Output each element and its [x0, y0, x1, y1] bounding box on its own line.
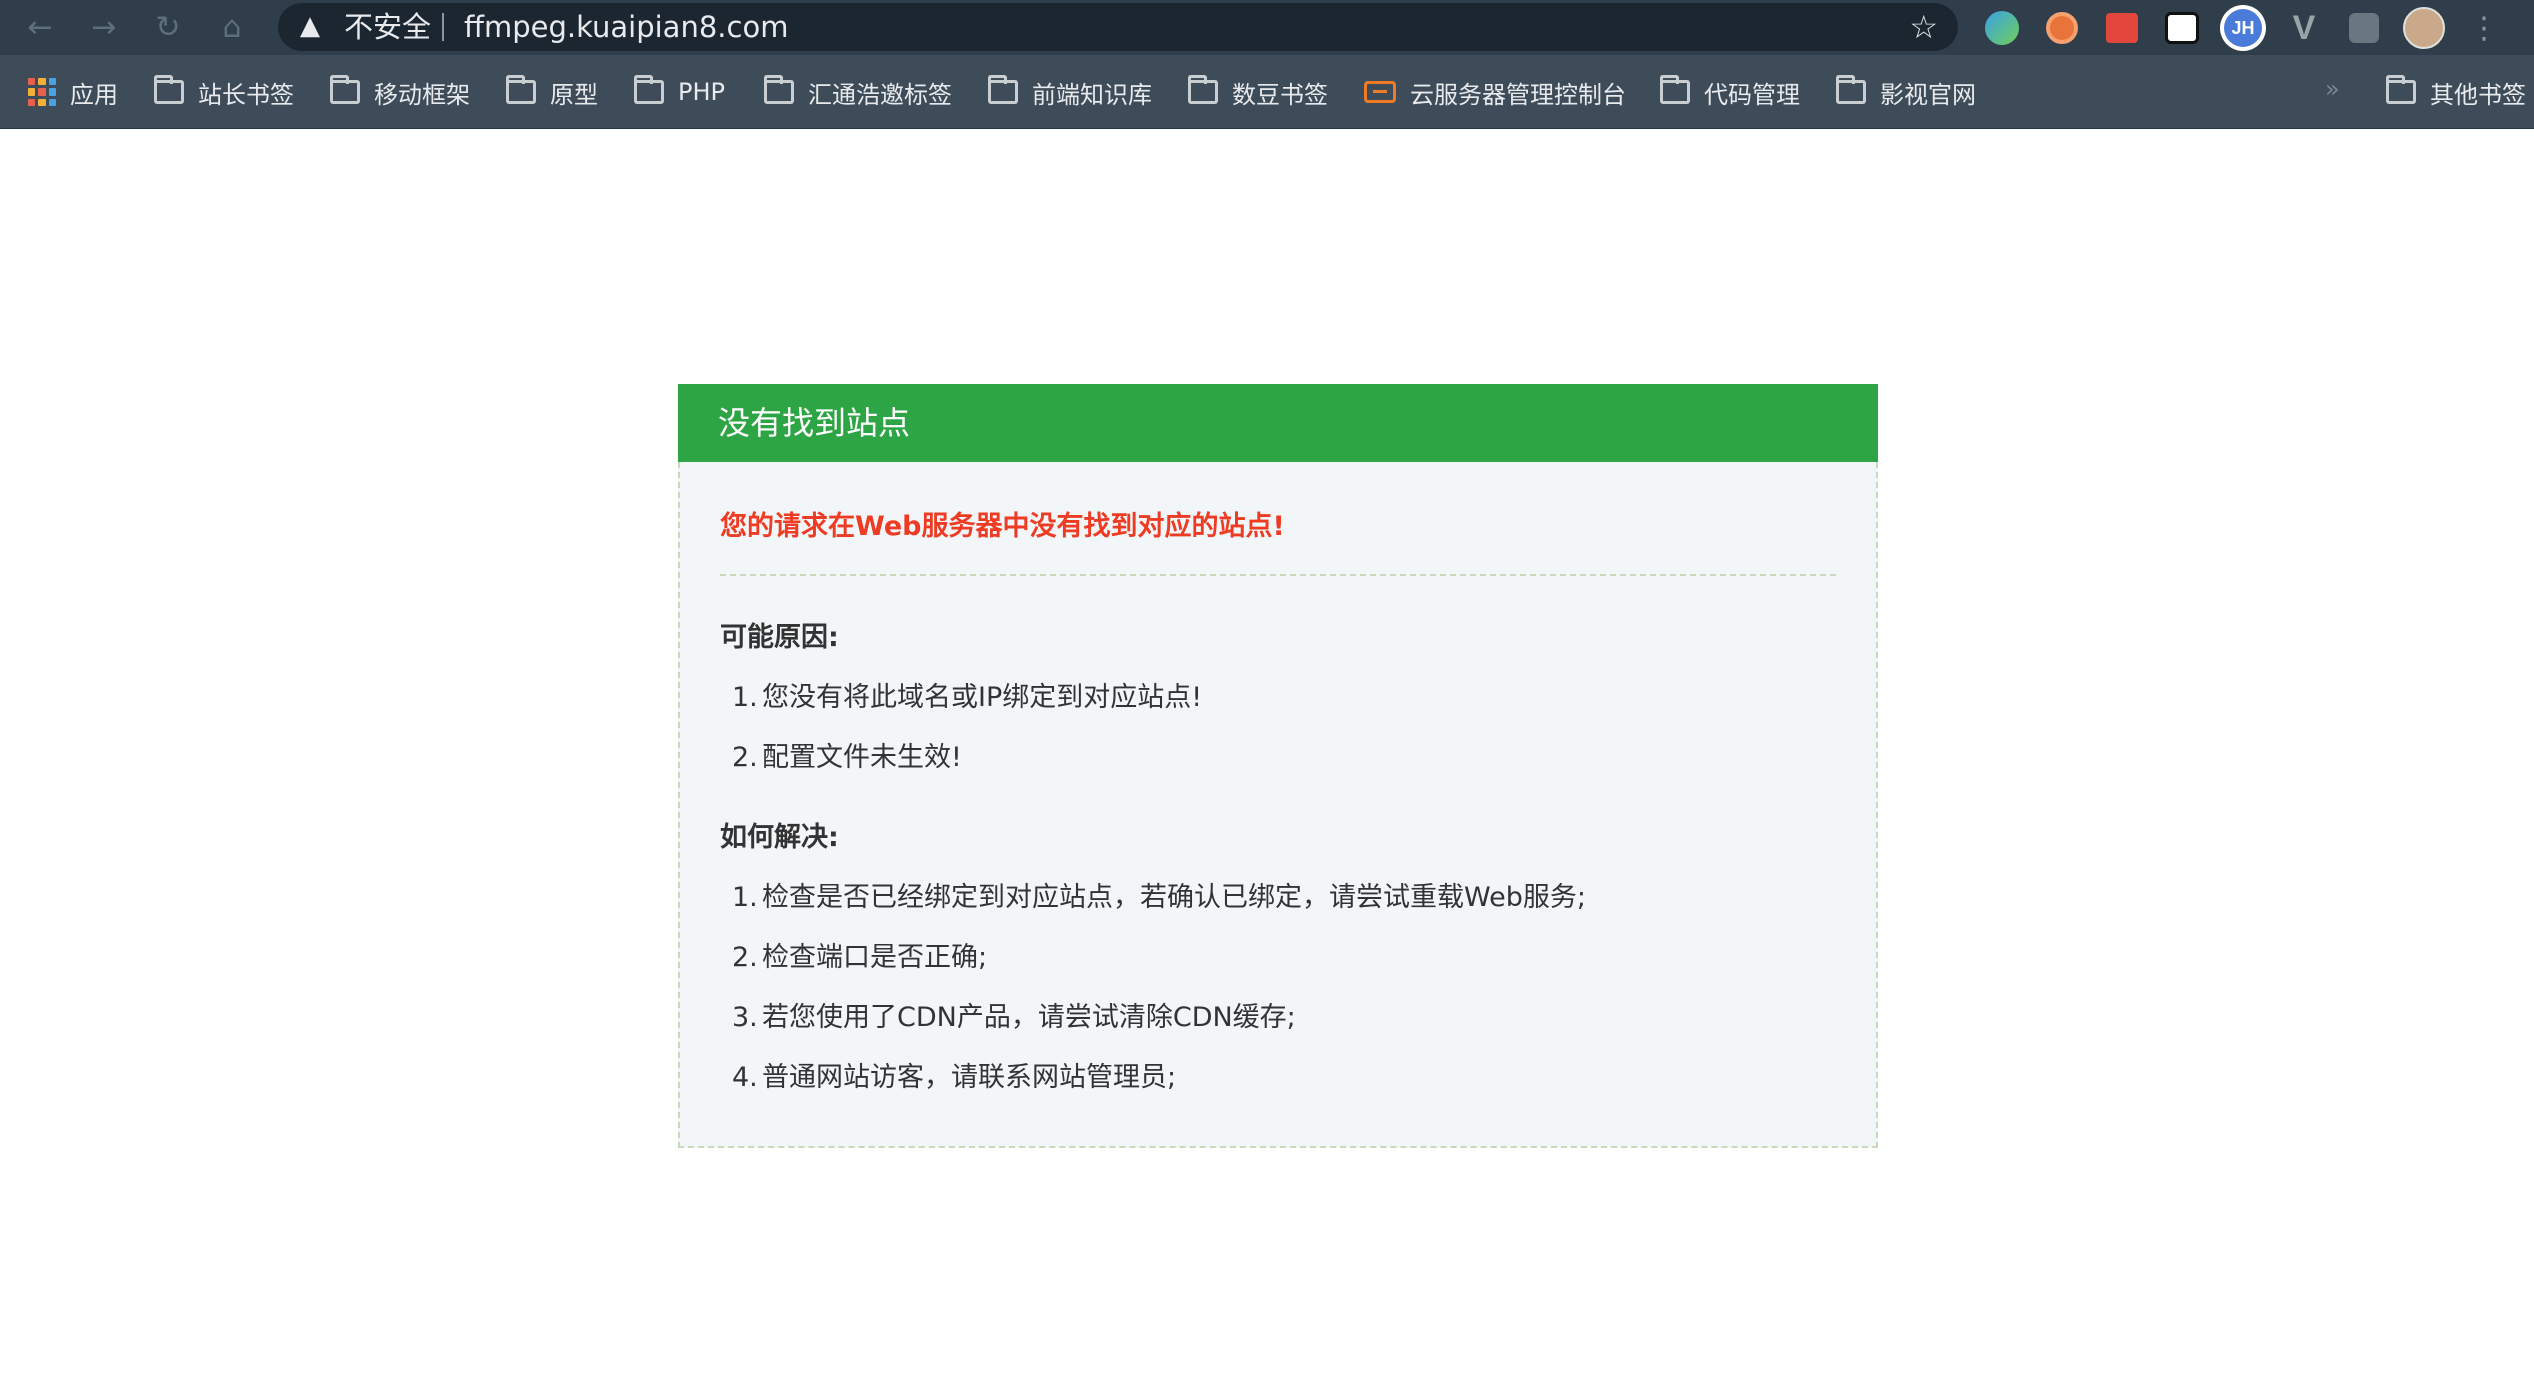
- list-item: 2. 配置文件未生效!: [720, 728, 1836, 788]
- back-icon[interactable]: ←: [20, 8, 60, 48]
- bookmark-star-icon[interactable]: ☆: [1909, 9, 1938, 45]
- url-text[interactable]: ffmpeg.kuaipian8.com: [464, 9, 788, 45]
- notes-extension-icon[interactable]: [2100, 6, 2144, 50]
- bookmark-folder[interactable]: 站长书签: [154, 72, 294, 112]
- folder-icon: [1836, 75, 1866, 104]
- forward-icon[interactable]: →: [84, 8, 124, 48]
- bookmark-folder[interactable]: 汇通浩邀标签: [764, 72, 952, 112]
- folder-icon: [2386, 75, 2416, 104]
- puzzle-extension-icon[interactable]: [2342, 6, 2386, 50]
- panel-body: 您的请求在Web服务器中没有找到对应的站点! 可能原因: 1. 您没有将此域名或I…: [678, 462, 1878, 1148]
- list-item: 3. 若您使用了CDN产品，请尝试清除CDN缓存;: [720, 988, 1836, 1048]
- bookmark-apps[interactable]: 应用: [28, 72, 118, 112]
- folder-icon: [154, 75, 184, 104]
- bookmark-label: 影视官网: [1880, 80, 1976, 109]
- solutions-list: 1. 检查是否已经绑定到对应站点，若确认已绑定，请尝试重载Web服务; 2. 检查端…: [720, 868, 1836, 1108]
- home-icon[interactable]: ⌂: [212, 8, 252, 48]
- browser-toolbar: ← → ↻ ⌂ ▲ 不安全 ffmpeg.kuaipian8.com ☆ JH …: [0, 0, 2534, 55]
- apps-grid-icon: [28, 78, 56, 106]
- bookmark-apps-label: 应用: [70, 80, 118, 109]
- bookmark-label: 原型: [550, 80, 598, 109]
- folder-icon: [634, 75, 664, 104]
- ring-extension-icon[interactable]: [2040, 6, 2084, 50]
- list-number: 1.: [732, 682, 758, 713]
- bookmark-folder[interactable]: 数豆书签: [1188, 72, 1328, 112]
- list-number: 1.: [732, 882, 758, 913]
- list-number: 2.: [732, 742, 758, 773]
- bookmarks-bar: 应用 站长书签 移动框架 原型 PHP 汇通浩邀标签 前端知识库 数豆书签 云服…: [0, 55, 2534, 129]
- bookmark-label: 站长书签: [198, 80, 294, 109]
- solution-text: 检查是否已经绑定到对应站点，若确认已绑定，请尝试重载Web服务;: [762, 882, 1586, 913]
- list-number: 2.: [732, 942, 758, 973]
- panel-title: 没有找到站点: [678, 384, 1878, 462]
- bookmark-label: 汇通浩邀标签: [808, 80, 952, 109]
- address-separator: [442, 13, 444, 41]
- reason-text: 您没有将此域名或IP绑定到对应站点!: [762, 682, 1203, 713]
- bookmark-label: PHP: [678, 78, 725, 106]
- folder-icon: [330, 75, 360, 104]
- bookmark-label: 移动框架: [374, 80, 470, 109]
- bookmarks-overflow-icon[interactable]: »: [2325, 75, 2340, 103]
- glasses-extension-icon[interactable]: [2160, 6, 2204, 50]
- folder-icon: [764, 75, 794, 104]
- reasons-title: 可能原因:: [720, 622, 839, 653]
- address-bar[interactable]: ▲ 不安全 ffmpeg.kuaipian8.com ☆: [278, 3, 1958, 51]
- more-menu-icon[interactable]: ⋮: [2462, 6, 2506, 50]
- bookmark-folder[interactable]: 原型: [506, 72, 598, 112]
- error-message: 您的请求在Web服务器中没有找到对应的站点!: [720, 511, 1285, 542]
- list-number: 3.: [732, 1002, 758, 1033]
- nav-buttons: ← → ↻ ⌂: [20, 6, 252, 50]
- bookmark-label: 前端知识库: [1032, 80, 1152, 109]
- reason-text: 配置文件未生效!: [762, 742, 962, 773]
- solution-text: 普通网站访客，请联系网站管理员;: [762, 1062, 1177, 1093]
- reload-icon[interactable]: ↻: [148, 8, 188, 48]
- vue-extension-icon[interactable]: V: [2282, 6, 2326, 50]
- list-item: 1. 您没有将此域名或IP绑定到对应站点!: [720, 668, 1836, 728]
- jh-extension-label: JH: [2224, 9, 2262, 47]
- solutions-title: 如何解决:: [720, 822, 839, 853]
- list-item: 4. 普通网站访客，请联系网站管理员;: [720, 1048, 1836, 1108]
- error-panel: 没有找到站点 您的请求在Web服务器中没有找到对应的站点! 可能原因: 1. 您没…: [678, 384, 1878, 1148]
- list-item: 2. 检查端口是否正确;: [720, 928, 1836, 988]
- bookmark-label: 代码管理: [1704, 80, 1800, 109]
- extensions-area: JH V ⋮: [1980, 5, 2506, 51]
- bookmark-label: 云服务器管理控制台: [1410, 80, 1626, 109]
- bookmark-other-label: 其他书签: [2430, 80, 2526, 109]
- bookmark-folder[interactable]: 代码管理: [1660, 72, 1800, 112]
- bookmark-cloud-console[interactable]: 云服务器管理控制台: [1364, 72, 1626, 112]
- reasons-list: 1. 您没有将此域名或IP绑定到对应站点! 2. 配置文件未生效!: [720, 668, 1836, 788]
- profile-avatar[interactable]: [2402, 6, 2446, 50]
- jh-extension-icon[interactable]: JH: [2220, 5, 2266, 51]
- folder-icon: [1660, 75, 1690, 104]
- list-item: 1. 检查是否已经绑定到对应站点，若确认已绑定，请尝试重载Web服务;: [720, 868, 1836, 928]
- security-label[interactable]: 不安全: [344, 9, 431, 45]
- divider: [720, 574, 1836, 576]
- bookmark-folder[interactable]: PHP: [634, 72, 725, 112]
- bookmark-folder[interactable]: 前端知识库: [988, 72, 1152, 112]
- bookmark-folder[interactable]: 移动框架: [330, 72, 470, 112]
- bookmark-label: 数豆书签: [1232, 80, 1328, 109]
- folder-icon: [1188, 75, 1218, 104]
- solution-text: 若您使用了CDN产品，请尝试清除CDN缓存;: [762, 1002, 1296, 1033]
- list-number: 4.: [732, 1062, 758, 1093]
- bookmark-folder[interactable]: 影视官网: [1836, 72, 1976, 112]
- solution-text: 检查端口是否正确;: [762, 942, 988, 973]
- folder-icon: [988, 75, 1018, 104]
- folder-icon: [506, 75, 536, 104]
- globe-extension-icon[interactable]: [1980, 6, 2024, 50]
- cloud-console-icon: [1364, 81, 1396, 103]
- bookmark-other[interactable]: 其他书签: [2386, 72, 2526, 112]
- warning-icon[interactable]: ▲: [300, 11, 330, 41]
